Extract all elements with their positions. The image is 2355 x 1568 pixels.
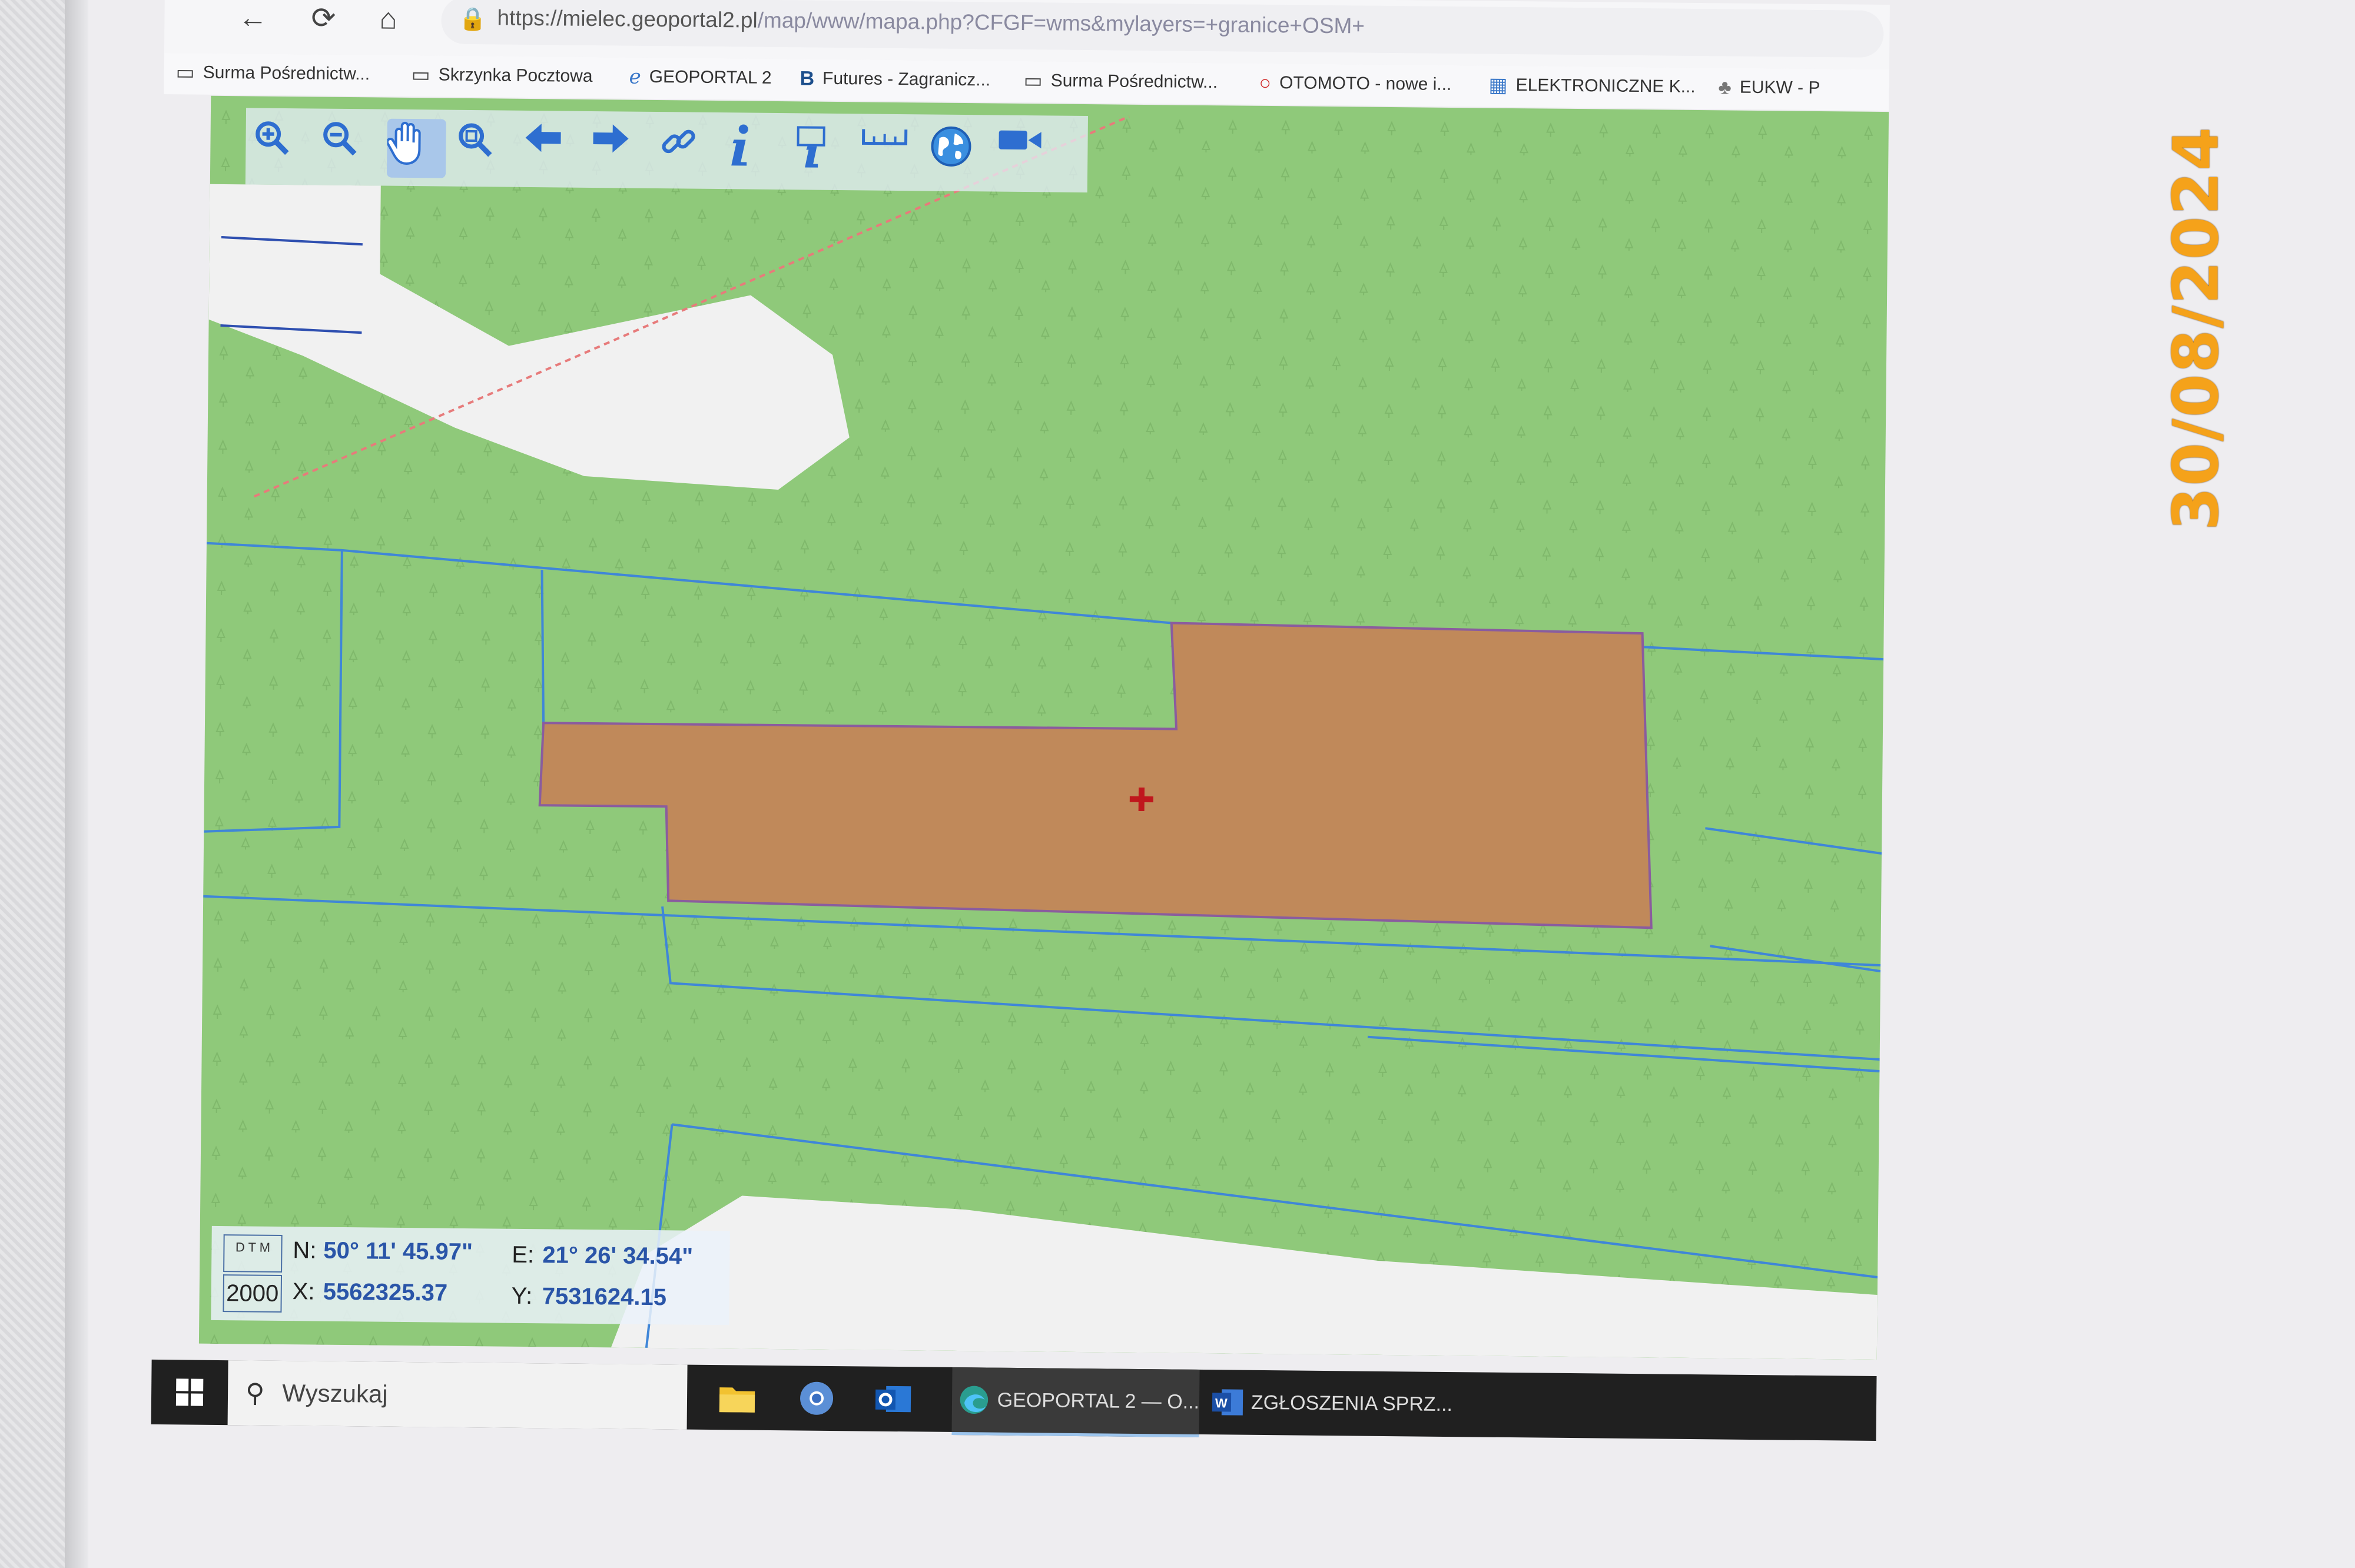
svg-text:W: W (1215, 1396, 1228, 1410)
outlook-icon[interactable] (873, 1378, 914, 1420)
link-icon[interactable] (658, 121, 717, 181)
word-icon: W (1212, 1389, 1243, 1416)
latitude-value: 50° 11' 45.97" (323, 1237, 473, 1265)
x-label: X: (292, 1278, 315, 1305)
bookmark-item[interactable]: ○ OTOMOTO - nowe i... (1259, 68, 1451, 99)
bookmark-item[interactable]: ▭ Surma Pośrednictw... (1023, 66, 1218, 97)
page-icon: ▭ (411, 64, 430, 87)
url-text: https://mielec.geoportal2.pl/map/www/map… (497, 5, 1365, 38)
info-edit-icon[interactable] (793, 122, 853, 182)
page-icon: ▭ (1023, 69, 1043, 92)
b-logo-icon: B (800, 67, 815, 90)
page-icon: ▭ (175, 61, 195, 84)
geoportal-icon: ℯ (629, 65, 641, 88)
scale-value[interactable]: 2000 (223, 1274, 283, 1313)
back-arrow-icon[interactable]: ← (235, 0, 271, 35)
search-placeholder: Wyszukaj (282, 1379, 388, 1408)
paper-edge (65, 0, 88, 1568)
pan-hand-icon[interactable] (386, 118, 446, 178)
video-camera-icon[interactable] (996, 125, 1056, 184)
otomoto-icon: ○ (1259, 71, 1272, 94)
home-icon[interactable]: ⌂ (370, 1, 406, 36)
desk-background (0, 0, 65, 1568)
windows-taskbar: ⚲ Wyszukaj GEOPORTAL 2 — O... W ZGŁOSZEN… (151, 1359, 1877, 1441)
taskbar-search[interactable]: ⚲ Wyszukaj (227, 1360, 688, 1430)
n-label: N: (293, 1237, 317, 1264)
zoom-out-icon[interactable] (319, 118, 379, 178)
x-coordinate-value: 5562325.37 (323, 1278, 448, 1306)
bookmark-item[interactable]: ℯ GEOPORTAL 2 (629, 62, 771, 93)
zoom-in-icon[interactable] (251, 117, 311, 177)
bookmark-item[interactable]: B Futures - Zagranicz... (800, 64, 990, 95)
address-bar[interactable]: 🔒 https://mielec.geoportal2.pl/map/www/m… (441, 0, 1884, 58)
bookmark-item[interactable]: ▭ Surma Pośrednictw... (175, 58, 370, 89)
measure-ruler-icon[interactable] (861, 123, 920, 182)
bookmark-item[interactable]: ▦ ELEKTRONICZNE K... (1488, 71, 1696, 102)
dtm-scale-icon[interactable]: D T M (223, 1234, 283, 1273)
bookmark-item[interactable]: ▭ Skrzynka Pocztowa (411, 60, 592, 91)
y-coordinate-value: 7531624.15 (542, 1283, 667, 1311)
search-icon: ⚲ (245, 1378, 265, 1408)
windows-start-icon[interactable] (151, 1360, 228, 1425)
zoom-extent-icon[interactable] (455, 119, 514, 179)
info-icon[interactable] (725, 122, 785, 181)
map-toolbar (245, 108, 1088, 193)
printed-screenshot: ← ⟳ ⌂ 🔒 https://mielec.geoportal2.pl/map… (151, 0, 1890, 1464)
date-stamp: 30/08/2024 (2160, 126, 2233, 531)
longitude-value: 21° 26' 34.54" (542, 1242, 694, 1270)
edge-icon (960, 1386, 989, 1414)
taskbar-app-word[interactable]: W ZGŁOSZENIA SPRZ... (1205, 1370, 1452, 1437)
map-canvas[interactable] (198, 95, 1889, 1360)
file-explorer-icon[interactable] (717, 1377, 758, 1418)
e-label: E: (512, 1241, 535, 1268)
ek-logo-icon: ▦ (1488, 74, 1508, 97)
taskbar-app-label: ZGŁOSZENIA SPRZ... (1251, 1391, 1453, 1416)
eagle-icon: ♣ (1718, 75, 1732, 99)
bookmark-item[interactable]: ♣ EUKW - P (1718, 72, 1820, 103)
reload-icon[interactable]: ⟳ (306, 0, 341, 36)
date-stamp-text: 30/08/2024 (2160, 126, 2233, 531)
arrow-right-icon[interactable] (590, 121, 649, 180)
arrow-left-icon[interactable] (522, 120, 582, 180)
taskbar-app-label: GEOPORTAL 2 — O... (997, 1388, 1200, 1413)
y-label: Y: (511, 1283, 533, 1310)
globe-icon[interactable] (928, 124, 988, 183)
lock-icon: 🔒 (459, 6, 487, 32)
coordinate-panel: D T M 2000 N: 50° 11' 45.97" E: 21° 26' … (211, 1225, 730, 1326)
chrome-icon[interactable] (796, 1377, 838, 1419)
map-view[interactable]: D T M 2000 N: 50° 11' 45.97" E: 21° 26' … (198, 95, 1889, 1360)
taskbar-app-geoportal[interactable]: GEOPORTAL 2 — O... (951, 1367, 1200, 1437)
